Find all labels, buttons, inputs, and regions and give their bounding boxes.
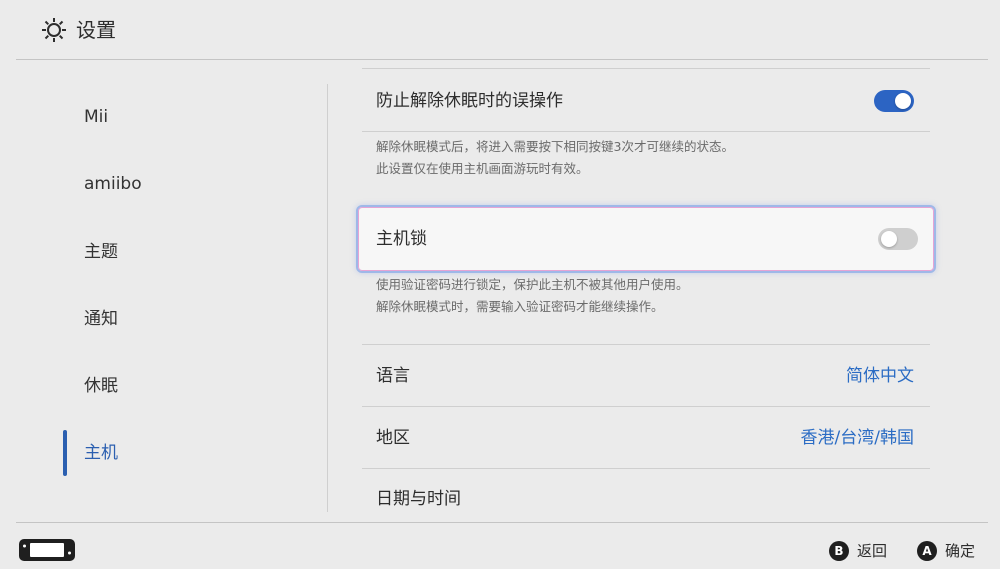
console-icon <box>19 539 75 561</box>
setting-row-prevent-wake[interactable]: 防止解除休眠时的误操作 <box>362 70 930 132</box>
footer-divider <box>16 522 988 523</box>
page-title: 设置 <box>76 18 116 42</box>
setting-description: 解除休眠模式后，将进入需要按下相同按键3次才可继续的状态。 <box>376 139 734 154</box>
row-divider <box>362 68 930 69</box>
setting-label: 日期与时间 <box>376 489 461 509</box>
b-button-icon: B <box>829 541 849 561</box>
console-lock-toggle[interactable] <box>878 228 918 250</box>
setting-row-console-lock[interactable]: 主机锁 <box>356 205 936 273</box>
setting-value: 简体中文 <box>846 366 914 386</box>
sidebar-divider <box>327 84 328 512</box>
a-button-icon: A <box>917 541 937 561</box>
toggle-knob <box>881 231 897 247</box>
setting-value: 香港/台湾/韩国 <box>800 428 914 448</box>
toggle-knob <box>895 93 911 109</box>
row-divider <box>362 131 930 132</box>
setting-label: 防止解除休眠时的误操作 <box>376 91 563 111</box>
setting-description: 此设置仅在使用主机画面游玩时有效。 <box>376 161 589 176</box>
sidebar-item-amiibo[interactable]: amiibo <box>84 172 142 196</box>
sidebar-item-mii[interactable]: Mii <box>84 105 108 129</box>
prevent-wake-toggle[interactable] <box>874 90 914 112</box>
back-button-label[interactable]: 返回 <box>857 540 887 562</box>
sidebar-item-notifications[interactable]: 通知 <box>84 307 118 331</box>
sidebar-active-indicator <box>63 430 67 476</box>
sidebar-item-system[interactable]: 主机 <box>84 441 118 465</box>
setting-label: 语言 <box>376 366 410 386</box>
gear-icon <box>42 18 66 42</box>
ok-button-label[interactable]: 确定 <box>945 540 975 562</box>
setting-label: 主机锁 <box>376 229 427 249</box>
sidebar-item-theme[interactable]: 主题 <box>84 240 118 264</box>
setting-row-region[interactable]: 地区 香港/台湾/韩国 <box>362 407 930 469</box>
setting-row-datetime[interactable]: 日期与时间 <box>362 469 930 523</box>
setting-description: 解除休眠模式时，需要输入验证密码才能继续操作。 <box>376 299 664 314</box>
header: 设置 <box>0 0 1000 60</box>
sidebar <box>0 60 327 522</box>
sidebar-item-sleep[interactable]: 休眠 <box>84 374 118 398</box>
setting-label: 地区 <box>376 428 410 448</box>
setting-description: 使用验证密码进行锁定，保护此主机不被其他用户使用。 <box>376 277 689 292</box>
setting-row-language[interactable]: 语言 简体中文 <box>362 345 930 407</box>
